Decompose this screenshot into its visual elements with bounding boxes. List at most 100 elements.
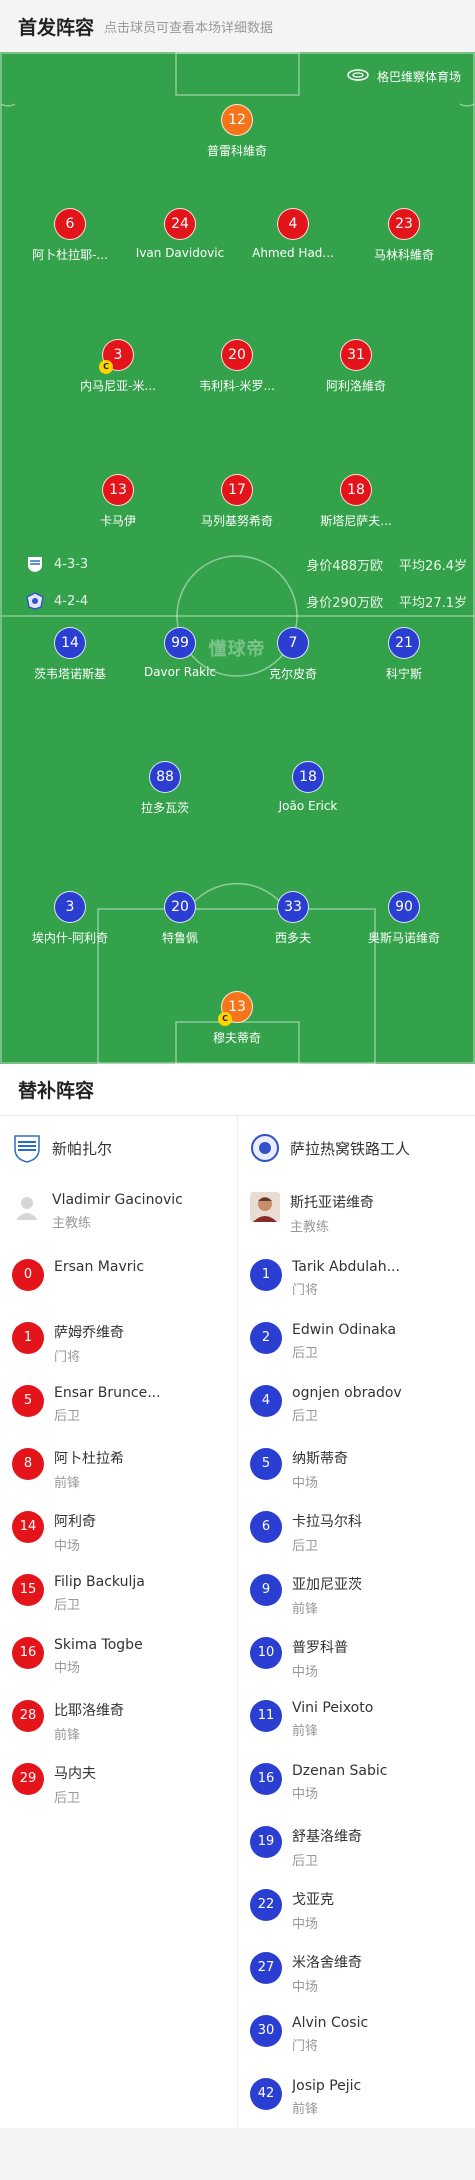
away-player[interactable]: 3 埃内什-阿利奇 [10, 891, 130, 946]
page-title: 首发阵容 [18, 16, 95, 39]
sub-player-name: Josip Pejic [292, 2078, 362, 2094]
sub-player-number: 5 [12, 1385, 44, 1417]
sub-player-number: 1 [250, 1259, 282, 1291]
sub-player-name: Vini Peixoto [292, 1700, 374, 1716]
player-name: 卡马伊 [99, 514, 136, 528]
sub-player-number: 28 [12, 1700, 44, 1732]
sub-player-row[interactable]: 14 阿利奇 中场 [0, 1497, 237, 1560]
home-player[interactable]: 12 普雷科維奇 [177, 104, 297, 159]
away-player[interactable]: 20 特鲁佩 [120, 891, 240, 946]
home-player[interactable]: 4 Ahmed Had... [233, 208, 353, 260]
sub-player-position: 中场 [292, 1917, 319, 1932]
away-player[interactable]: 7 克尔皮奇 [233, 627, 353, 682]
player-number: 31 [340, 339, 372, 371]
home-player[interactable]: 24 Ivan Davidovic [120, 208, 240, 260]
away-player[interactable]: 18 João Erick [248, 761, 368, 813]
player-name: João Erick [278, 799, 338, 813]
home-team-row[interactable]: 新帕扎尔 [0, 1116, 237, 1180]
player-name: 韦利科-米罗... [199, 379, 275, 393]
sub-player-name: 阿卜杜拉希 [54, 1451, 124, 1467]
sub-player-number: 2 [250, 1322, 282, 1354]
sub-player-position: 后卫 [54, 1409, 81, 1424]
sub-player-row[interactable]: 6 卡拉马尔科 后卫 [238, 1497, 474, 1560]
sub-player-name: 马内夫 [54, 1766, 96, 1782]
home-player[interactable]: 18 斯塔尼萨夫... [296, 474, 416, 529]
sub-player-position: 后卫 [292, 1854, 319, 1869]
sub-player-row[interactable]: 42 Josip Pejic 前锋 [238, 2064, 474, 2127]
sub-player-number: 14 [12, 1511, 44, 1543]
home-player[interactable]: 17 马列基努希奇 [177, 474, 297, 529]
sub-player-row[interactable]: 4 ognjen obradov 后卫 [238, 1371, 474, 1434]
sub-player-row[interactable]: 0 Ersan Mavric [0, 1245, 237, 1308]
sub-player-row[interactable]: 30 Alvin Cosic 门将 [238, 2001, 474, 2064]
sub-player-name: 戈亚克 [292, 1892, 334, 1908]
away-player[interactable]: 90 奥斯马诺维奇 [344, 891, 464, 946]
home-player[interactable]: 3 C 内马尼亚-米... [58, 339, 178, 394]
home-player[interactable]: 20 韦利科-米罗... [177, 339, 297, 394]
away-player[interactable]: 88 拉多瓦茨 [105, 761, 225, 816]
sub-player-row[interactable]: 8 阿卜杜拉希前锋 [0, 1434, 237, 1497]
player-name: 茨韦塔诺斯基 [33, 667, 106, 681]
home-subs-column: 新帕扎尔 Vladimir Gacinovic 主教练 0 Ersan Mavri… [0, 1116, 237, 2127]
sub-player-row[interactable]: 5 纳斯蒂奇 中场 [238, 1434, 474, 1497]
sub-player-row[interactable]: 16 Dzenan Sabic 中场 [238, 1749, 474, 1812]
away-age: 平均27.1岁 [399, 595, 467, 611]
player-number: 3 C [99, 339, 134, 374]
sub-player-name: Ensar Brunce... [54, 1385, 161, 1401]
sub-player-row[interactable]: 15 Filip Backulja 后卫 [0, 1560, 237, 1623]
away-player[interactable]: 99 Davor Rakic [120, 627, 240, 679]
sub-player-name: 舒基洛维奇 [292, 1829, 362, 1845]
player-number: 99 [164, 627, 196, 659]
home-player[interactable]: 23 马林科維奇 [344, 208, 464, 263]
home-team-info: 4-3-3 身价488万欧 平均26.4岁 [0, 552, 475, 576]
sub-player-row[interactable]: 1 Tarik Abdulah... 门将 [238, 1245, 474, 1308]
sub-player-name: 亚加尼亚茨 [292, 1577, 362, 1593]
home-coach-row[interactable]: Vladimir Gacinovic 主教练 [0, 1180, 237, 1245]
sub-player-row[interactable]: 5 Ensar Brunce... 后卫 [0, 1371, 237, 1434]
sub-player-number: 8 [12, 1448, 44, 1480]
away-coach-row[interactable]: 斯托亚诺维奇 主教练 [238, 1180, 474, 1245]
sub-player-row[interactable]: 16 Skima Togbe 中场 [0, 1623, 237, 1686]
away-player[interactable]: 14 茨韦塔诺斯基 [10, 627, 130, 682]
sub-player-row[interactable]: 10 普罗科普 中场 [238, 1623, 474, 1686]
sub-player-name: Filip Backulja [54, 1574, 145, 1590]
coach-avatar-placeholder-icon [16, 1197, 38, 1220]
sub-player-number: 9 [250, 1574, 282, 1606]
sub-player-name: 比耶洛维奇 [54, 1703, 124, 1719]
away-player[interactable]: 33 西多夫 [233, 891, 353, 946]
away-crest-icon [26, 592, 44, 610]
sub-player-position: 前锋 [292, 1724, 319, 1739]
home-player[interactable]: 13 卡马伊 [58, 474, 178, 529]
away-value: 身价290万欧 [306, 595, 384, 611]
player-number: 20 [164, 891, 196, 923]
away-player[interactable]: 21 科宁斯 [344, 627, 464, 682]
sub-player-name: Tarik Abdulah... [292, 1259, 400, 1275]
home-player[interactable]: 31 阿利洛維奇 [296, 339, 416, 394]
player-name: 拉多瓦茨 [140, 801, 189, 815]
sub-player-row[interactable]: 19 舒基洛维奇 后卫 [238, 1812, 474, 1875]
sub-player-position: 后卫 [292, 1539, 319, 1554]
sub-player-position: 前锋 [292, 2102, 319, 2117]
player-number: 4 [277, 208, 309, 240]
captain-badge: C [218, 1012, 232, 1026]
sub-player-row[interactable]: 28 比耶洛维奇 前锋 [0, 1686, 237, 1749]
sub-player-row[interactable]: 22 戈亚克 中场 [238, 1875, 474, 1938]
sub-player-number: 16 [250, 1763, 282, 1795]
player-name: 马林科維奇 [373, 248, 434, 262]
away-player[interactable]: 13 C 穆夫蒂奇 [177, 991, 297, 1046]
sub-player-row[interactable]: 9 亚加尼亚茨 前锋 [238, 1560, 474, 1623]
coach-avatar-photo [250, 1192, 280, 1222]
coach-name: Vladimir Gacinovic [52, 1192, 183, 1208]
home-player[interactable]: 6 阿卜杜拉耶-... [10, 208, 130, 263]
player-number: 18 [340, 474, 372, 506]
player-name: 西多夫 [274, 931, 311, 945]
sub-player-row[interactable]: 29 马内夫 后卫 [0, 1749, 237, 1812]
away-team-logo-icon [251, 1134, 279, 1162]
away-team-row[interactable]: 萨拉热窝铁路工人 [238, 1116, 474, 1180]
player-number: 12 [221, 104, 253, 136]
sub-player-row[interactable]: 11 Vini Peixoto 前锋 [238, 1686, 474, 1749]
sub-player-row[interactable]: 1 萨姆乔维奇 门将 [0, 1308, 237, 1371]
sub-player-row[interactable]: 2 Edwin Odinaka 后卫 [238, 1308, 474, 1371]
sub-player-position: 前锋 [54, 1476, 81, 1491]
sub-player-row[interactable]: 27 米洛舍维奇 中场 [238, 1938, 474, 2001]
